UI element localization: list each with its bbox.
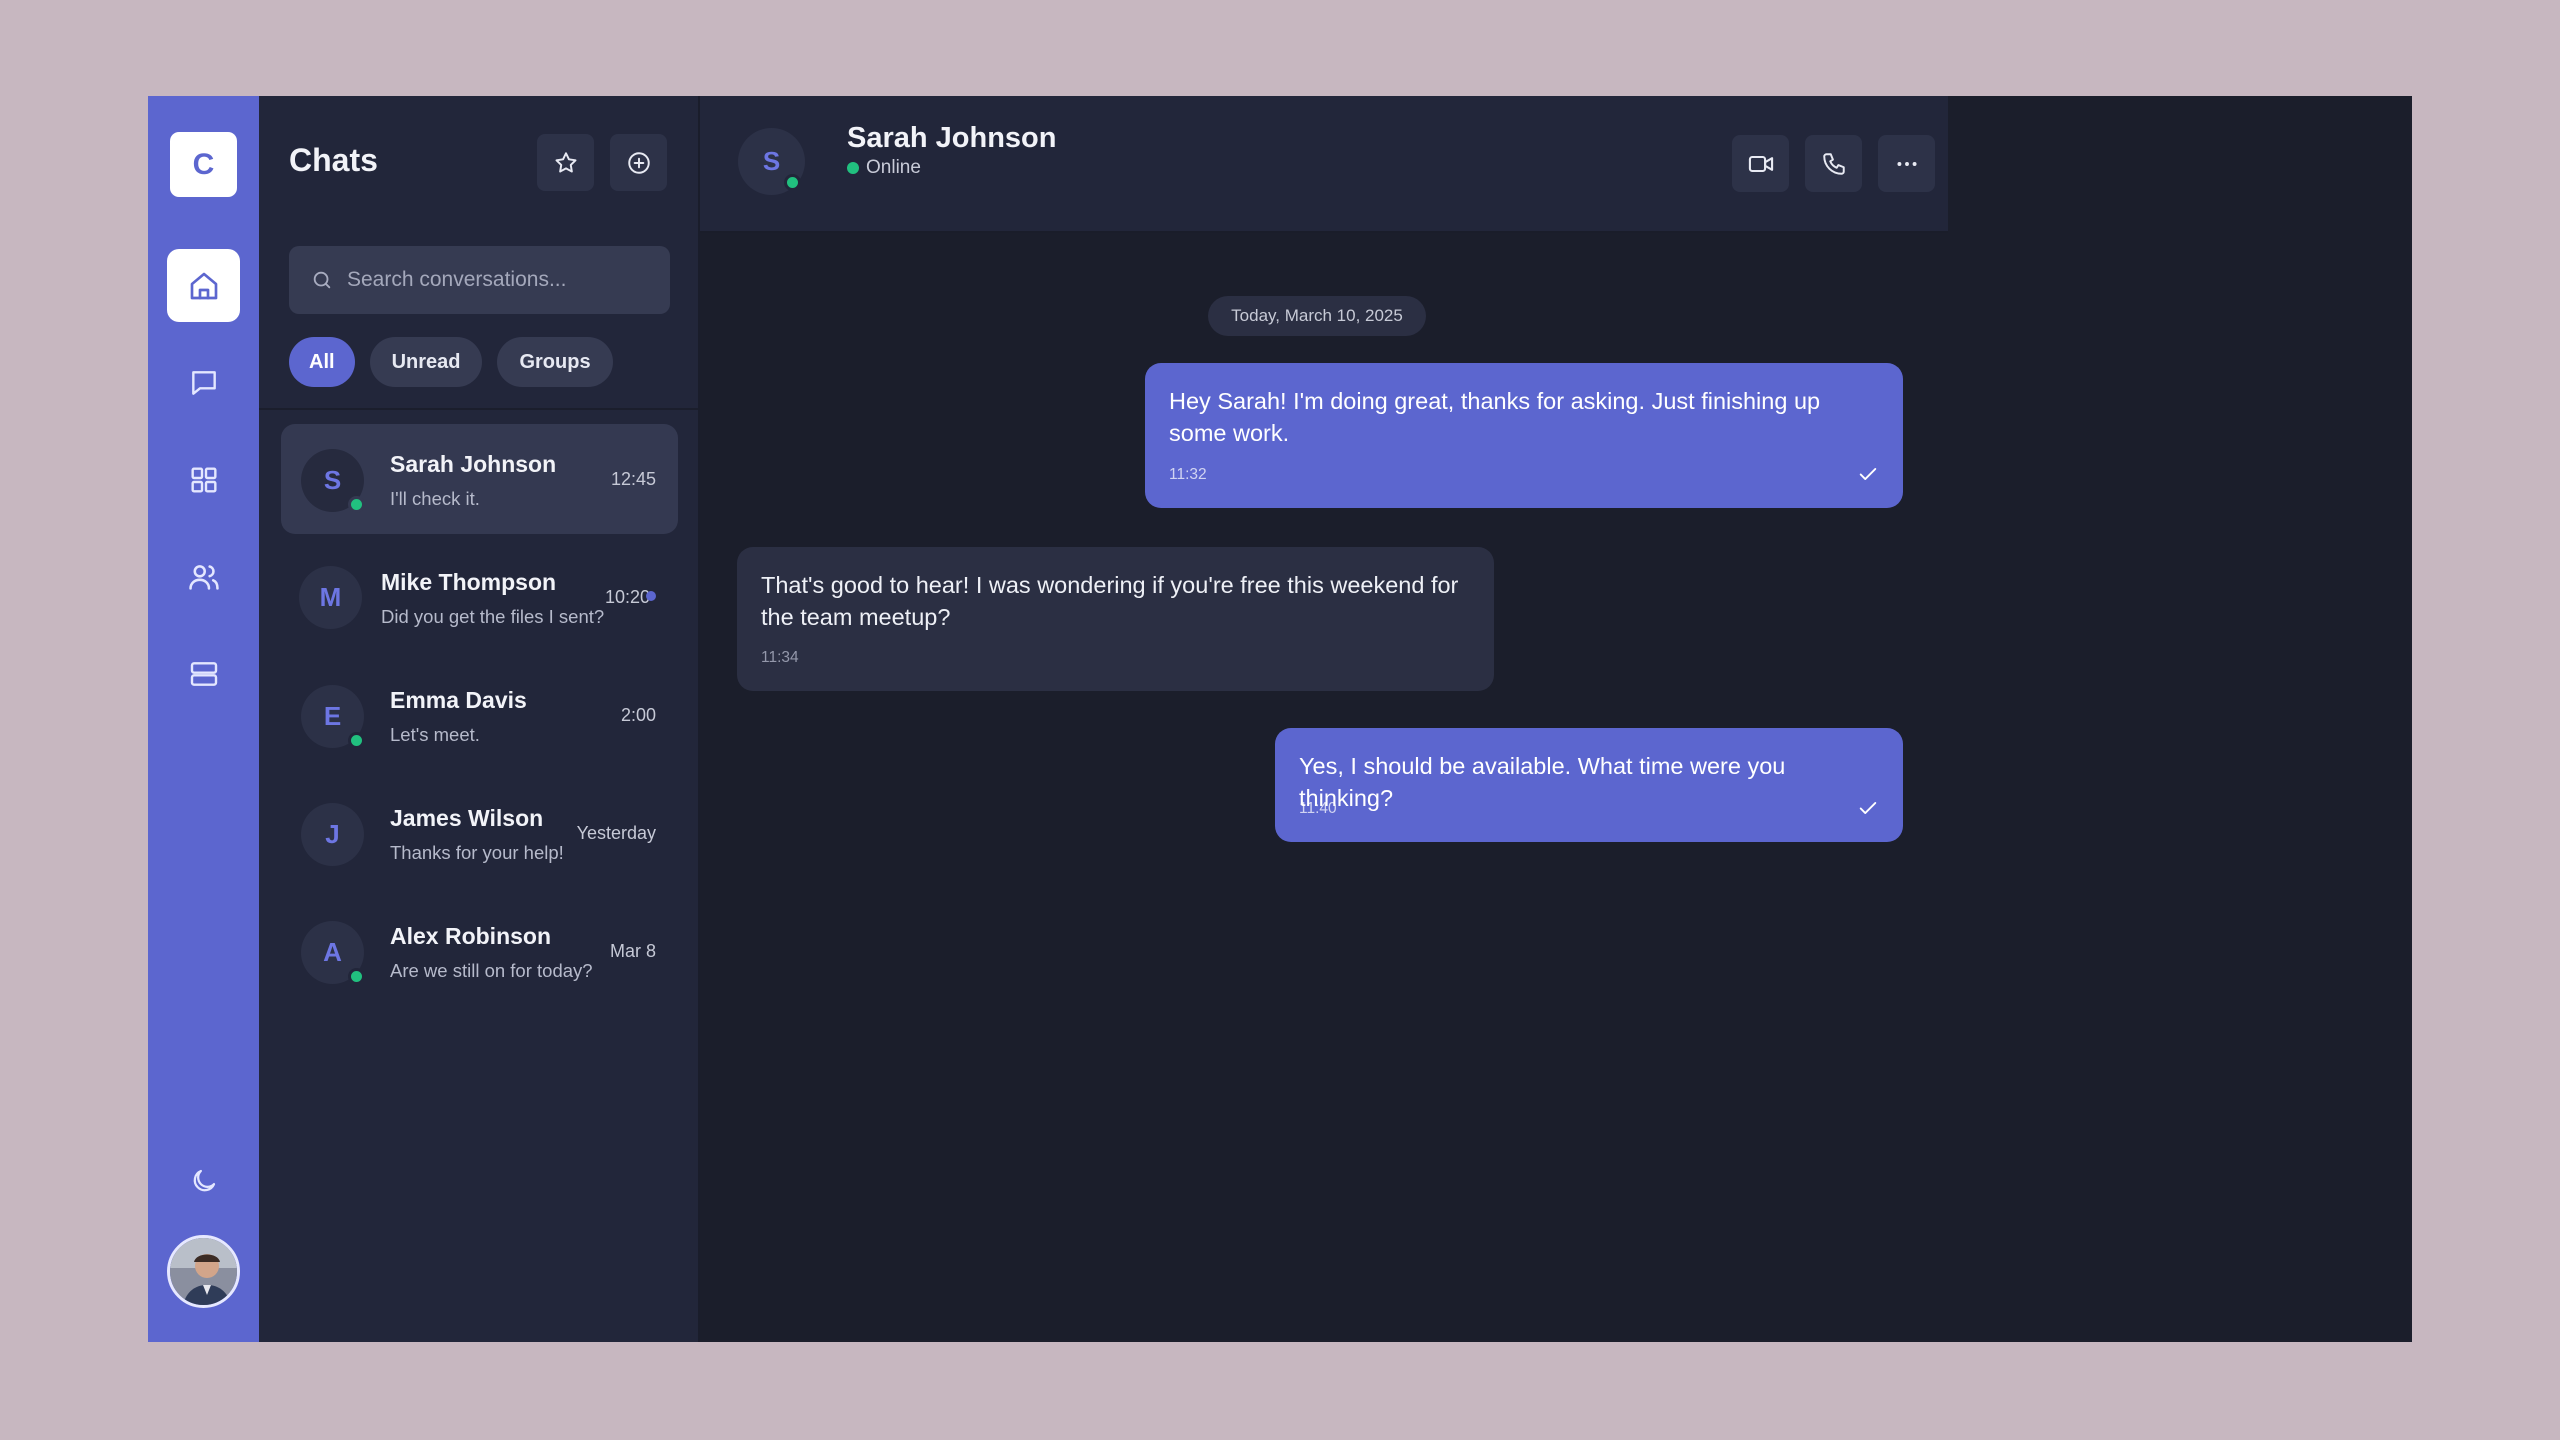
chat-time: 10:20 — [604, 587, 650, 607]
chat-item-sarah-johnson[interactable]: S Sarah Johnson I'll check it. 12:45 — [281, 424, 678, 534]
search-input[interactable] — [347, 268, 667, 292]
more-options-button[interactable] — [1878, 135, 1935, 192]
contact-status: Online — [847, 157, 921, 179]
favorites-button[interactable] — [537, 134, 594, 191]
chat-item-alex-robinson[interactable]: A Alex Robinson Are we still on for toda… — [281, 896, 678, 1006]
plus-circle-icon — [627, 151, 650, 174]
home-icon — [190, 272, 217, 299]
chat-item-james-wilson[interactable]: J James Wilson Thanks for your help! Yes… — [281, 778, 678, 888]
message-time: 11:34 — [761, 649, 799, 666]
message-time: 11:40 — [1299, 800, 1337, 817]
online-indicator — [348, 968, 365, 985]
chat-time: Mar 8 — [609, 941, 656, 961]
status-dot — [847, 162, 859, 174]
chat-time: 12:45 — [610, 469, 656, 489]
grid-icon — [190, 466, 217, 493]
video-call-button[interactable] — [1732, 135, 1789, 192]
chat-bubble-icon — [191, 370, 216, 395]
message-incoming[interactable]: That's good to hear! I was wondering if … — [737, 547, 1494, 691]
more-horizontal-icon — [1896, 161, 1917, 166]
check-icon — [1859, 468, 1877, 480]
chat-time: 2:00 — [620, 705, 656, 725]
chat-name: James Wilson — [390, 805, 544, 831]
rail-home-button[interactable] — [167, 249, 240, 322]
message-text: Yes, I should be available. What time we… — [1299, 753, 1786, 811]
divider — [259, 408, 698, 410]
search-icon — [313, 271, 331, 289]
moon-icon — [193, 1169, 215, 1191]
rail-contacts-button[interactable] — [167, 540, 240, 613]
filter-groups[interactable]: Groups — [497, 337, 613, 387]
app-logo[interactable]: C — [170, 132, 237, 197]
conversation-header: S Sarah Johnson Online — [700, 96, 1948, 233]
chat-name: Alex Robinson — [390, 923, 552, 949]
chat-preview: Thanks for your help! — [390, 842, 564, 863]
unread-indicator — [646, 591, 656, 601]
rail-messages-button[interactable] — [167, 346, 240, 419]
chat-item-mike-thompson[interactable]: M Mike Thompson Did you get the files I … — [281, 542, 678, 652]
message-list: Today, March 10, 2025 Hey Sarah! I'm doi… — [700, 233, 1938, 1213]
status-text: Online — [866, 157, 921, 178]
chats-panel: Chats All Unread Groups S Sarah Johnson … — [259, 96, 700, 1342]
online-indicator — [348, 496, 365, 513]
chat-preview: I'll check it. — [390, 488, 480, 509]
nav-rail: C — [148, 96, 259, 1342]
chat-name: Mike Thompson — [381, 569, 557, 595]
message-time: 11:32 — [1169, 466, 1207, 483]
search-box — [289, 246, 670, 314]
check-icon — [1859, 802, 1877, 814]
avatar: J — [301, 803, 364, 866]
chat-item-emma-davis[interactable]: E Emma Davis Let's meet. 2:00 — [281, 660, 678, 770]
chat-app: C Chats Search conversations... All Unre… — [148, 96, 2412, 1342]
users-icon — [188, 564, 219, 590]
avatar: M — [299, 566, 362, 629]
new-chat-button[interactable] — [610, 134, 667, 191]
chat-preview: Let's meet. — [390, 724, 480, 745]
chat-time: Yesterday — [576, 823, 656, 843]
filter-all[interactable]: All — [289, 337, 355, 387]
contact-name: Sarah Johnson — [847, 122, 1057, 154]
message-text: Hey Sarah! I'm doing great, thanks for a… — [1169, 388, 1821, 446]
filter-chips: All Unread Groups — [289, 337, 613, 387]
phone-icon — [1822, 152, 1845, 175]
chat-name: Emma Davis — [390, 687, 527, 713]
voice-call-button[interactable] — [1805, 135, 1862, 192]
user-avatar[interactable] — [167, 1235, 240, 1308]
chats-title: Chats — [289, 142, 378, 178]
chat-preview: Are we still on for today? — [390, 960, 593, 981]
rail-storage-button[interactable] — [167, 637, 240, 710]
star-icon — [554, 151, 577, 173]
chat-preview: Did you get the files I sent? — [381, 606, 605, 627]
rail-apps-button[interactable] — [167, 443, 240, 516]
message-outgoing[interactable]: Yes, I should be available. What time we… — [1275, 728, 1903, 842]
message-outgoing[interactable]: Hey Sarah! I'm doing great, thanks for a… — [1145, 363, 1903, 508]
online-indicator — [348, 732, 365, 749]
theme-toggle-button[interactable] — [167, 1144, 240, 1217]
filter-unread[interactable]: Unread — [369, 337, 483, 387]
message-text: That's good to hear! I was wondering if … — [761, 572, 1459, 630]
date-divider: Today, March 10, 2025 — [1208, 296, 1426, 336]
online-indicator — [784, 174, 801, 191]
server-icon — [190, 661, 217, 686]
video-icon — [1748, 155, 1773, 172]
chat-name: Sarah Johnson — [390, 451, 557, 477]
conversation-panel: S Sarah Johnson Online Today, March 10, … — [700, 96, 1948, 1342]
